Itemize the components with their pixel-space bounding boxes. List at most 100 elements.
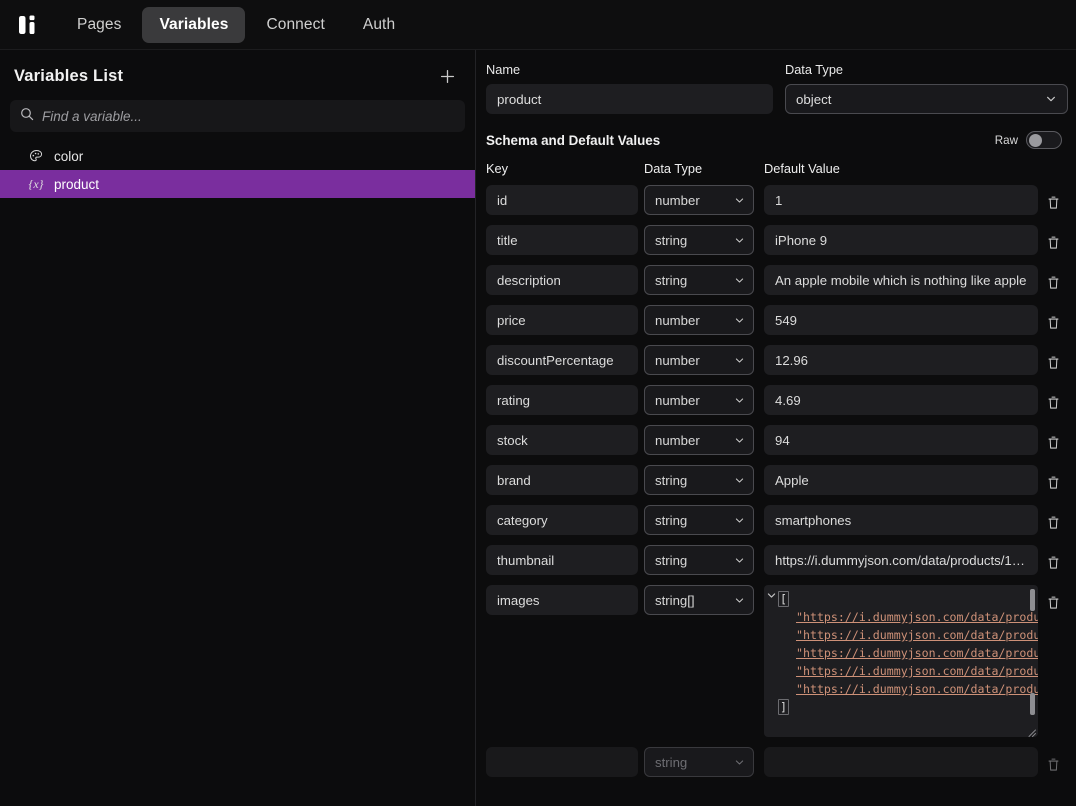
variable-datatype-select[interactable]: object: [784, 84, 1068, 114]
row-datatype-value: number: [655, 312, 700, 328]
row-datatype-value: string: [655, 552, 688, 568]
trash-icon[interactable]: [1044, 232, 1062, 252]
row-value-input[interactable]: [764, 345, 1038, 375]
trash-icon[interactable]: [1044, 512, 1062, 532]
trash-icon[interactable]: [1044, 592, 1062, 612]
trash-icon[interactable]: [1044, 754, 1062, 774]
row-key-input[interactable]: [486, 585, 638, 615]
row-datatype-select[interactable]: string: [644, 225, 754, 255]
logo-mark-icon[interactable]: [12, 8, 46, 42]
table-row-new: string: [486, 747, 1068, 777]
row-value-input[interactable]: [764, 225, 1038, 255]
scrollbar-thumb[interactable]: [1030, 589, 1035, 611]
row-key-input[interactable]: [486, 185, 638, 215]
code-fold-gutter[interactable]: [764, 585, 778, 737]
table-row: string: [486, 505, 1068, 535]
code-scrollbar[interactable]: [1030, 589, 1035, 733]
row-value-input[interactable]: [764, 465, 1038, 495]
row-key-input[interactable]: [486, 545, 638, 575]
resize-handle-icon[interactable]: [1027, 726, 1036, 737]
json-code-editor[interactable]: [ "https://i.dummyjson.com/data/products…: [764, 585, 1038, 737]
row-key-input[interactable]: [486, 305, 638, 335]
row-value-input[interactable]: [764, 185, 1038, 215]
row-datatype-select[interactable]: number: [644, 185, 754, 215]
column-header-key: Key: [486, 161, 509, 176]
row-datatype-select[interactable]: string: [644, 465, 754, 495]
schema-rows: number string: [486, 185, 1068, 806]
code-string: "https://i.dummyjson.com/data/products/1…: [796, 664, 1038, 678]
row-datatype-select[interactable]: number: [644, 425, 754, 455]
raw-label: Raw: [994, 133, 1018, 147]
code-content[interactable]: [ "https://i.dummyjson.com/data/products…: [778, 585, 1038, 737]
name-field-group: Name: [486, 62, 773, 114]
variables-list: color {x} product: [0, 142, 475, 806]
trash-icon[interactable]: [1044, 272, 1062, 292]
tab-variables[interactable]: Variables: [142, 6, 246, 43]
row-value-input[interactable]: [764, 425, 1038, 455]
scrollbar-thumb[interactable]: [1030, 693, 1035, 715]
table-row: number: [486, 385, 1068, 415]
raw-toggle-group: Raw: [995, 131, 1062, 149]
variable-meta-fields: Name Data Type object: [486, 62, 1068, 114]
row-datatype-select[interactable]: string: [644, 265, 754, 295]
row-datatype-select[interactable]: string[]: [644, 585, 754, 615]
schema-title: Schema and Default Values: [486, 132, 661, 148]
row-datatype-value: number: [655, 392, 700, 408]
chevron-down-icon[interactable]: [766, 590, 777, 737]
trash-icon[interactable]: [1044, 472, 1062, 492]
search-box[interactable]: [10, 100, 465, 132]
main-tabs: Pages Variables Connect Auth: [60, 6, 412, 43]
row-key-input[interactable]: [486, 345, 638, 375]
row-datatype-value: string: [655, 472, 688, 488]
row-datatype-select[interactable]: string: [644, 505, 754, 535]
row-key-input[interactable]: [486, 465, 638, 495]
trash-icon[interactable]: [1044, 352, 1062, 372]
row-value-input[interactable]: [764, 385, 1038, 415]
row-key-input[interactable]: [486, 385, 638, 415]
row-value-input[interactable]: [764, 545, 1038, 575]
raw-toggle[interactable]: [1026, 131, 1062, 149]
row-datatype-select[interactable]: string: [644, 545, 754, 575]
row-value-input[interactable]: [764, 305, 1038, 335]
chevron-down-icon: [734, 235, 745, 246]
schema-section-header: Schema and Default Values Raw: [486, 131, 1068, 149]
trash-icon[interactable]: [1044, 432, 1062, 452]
code-line: "https://i.dummyjson.com/data/products/1…: [778, 680, 1038, 698]
row-datatype-select[interactable]: string: [644, 747, 754, 777]
row-value-input[interactable]: [764, 747, 1038, 777]
trash-icon[interactable]: [1044, 392, 1062, 412]
code-line: "https://i.dummyjson.com/data/products/1…: [778, 662, 1038, 680]
search-input[interactable]: [42, 108, 455, 124]
row-value-input[interactable]: [764, 505, 1038, 535]
name-label: Name: [486, 62, 521, 77]
sidebar-item-color[interactable]: color: [0, 142, 475, 170]
row-value-input[interactable]: [764, 265, 1038, 295]
add-variable-button[interactable]: [435, 64, 459, 88]
sidebar-header: Variables List: [0, 50, 475, 98]
chevron-down-icon: [734, 515, 745, 526]
tab-connect[interactable]: Connect: [249, 7, 341, 43]
row-key-input[interactable]: [486, 265, 638, 295]
column-header-datatype: Data Type: [644, 161, 703, 176]
row-datatype-select[interactable]: number: [644, 385, 754, 415]
sidebar-item-product[interactable]: {x} product: [0, 170, 475, 198]
trash-icon[interactable]: [1044, 192, 1062, 212]
code-string: "https://i.dummyjson.com/data/products/1…: [796, 610, 1038, 624]
content-area: Variables List Find a variable... color …: [0, 50, 1076, 806]
trash-icon[interactable]: [1044, 312, 1062, 332]
palette-icon: [28, 148, 44, 164]
tab-auth[interactable]: Auth: [346, 7, 412, 43]
row-key-input[interactable]: [486, 225, 638, 255]
curly-x-icon: {x}: [28, 176, 44, 191]
chevron-down-icon: [734, 555, 745, 566]
tab-pages[interactable]: Pages: [60, 7, 138, 43]
table-row: string: [486, 265, 1068, 295]
variable-name-input[interactable]: [486, 84, 773, 114]
row-key-input[interactable]: [486, 425, 638, 455]
row-datatype-select[interactable]: number: [644, 305, 754, 335]
row-key-input[interactable]: [486, 505, 638, 535]
trash-icon[interactable]: [1044, 552, 1062, 572]
app-root: Pages Variables Connect Auth Variables L…: [0, 0, 1076, 806]
row-datatype-select[interactable]: number: [644, 345, 754, 375]
row-key-input[interactable]: [486, 747, 638, 777]
